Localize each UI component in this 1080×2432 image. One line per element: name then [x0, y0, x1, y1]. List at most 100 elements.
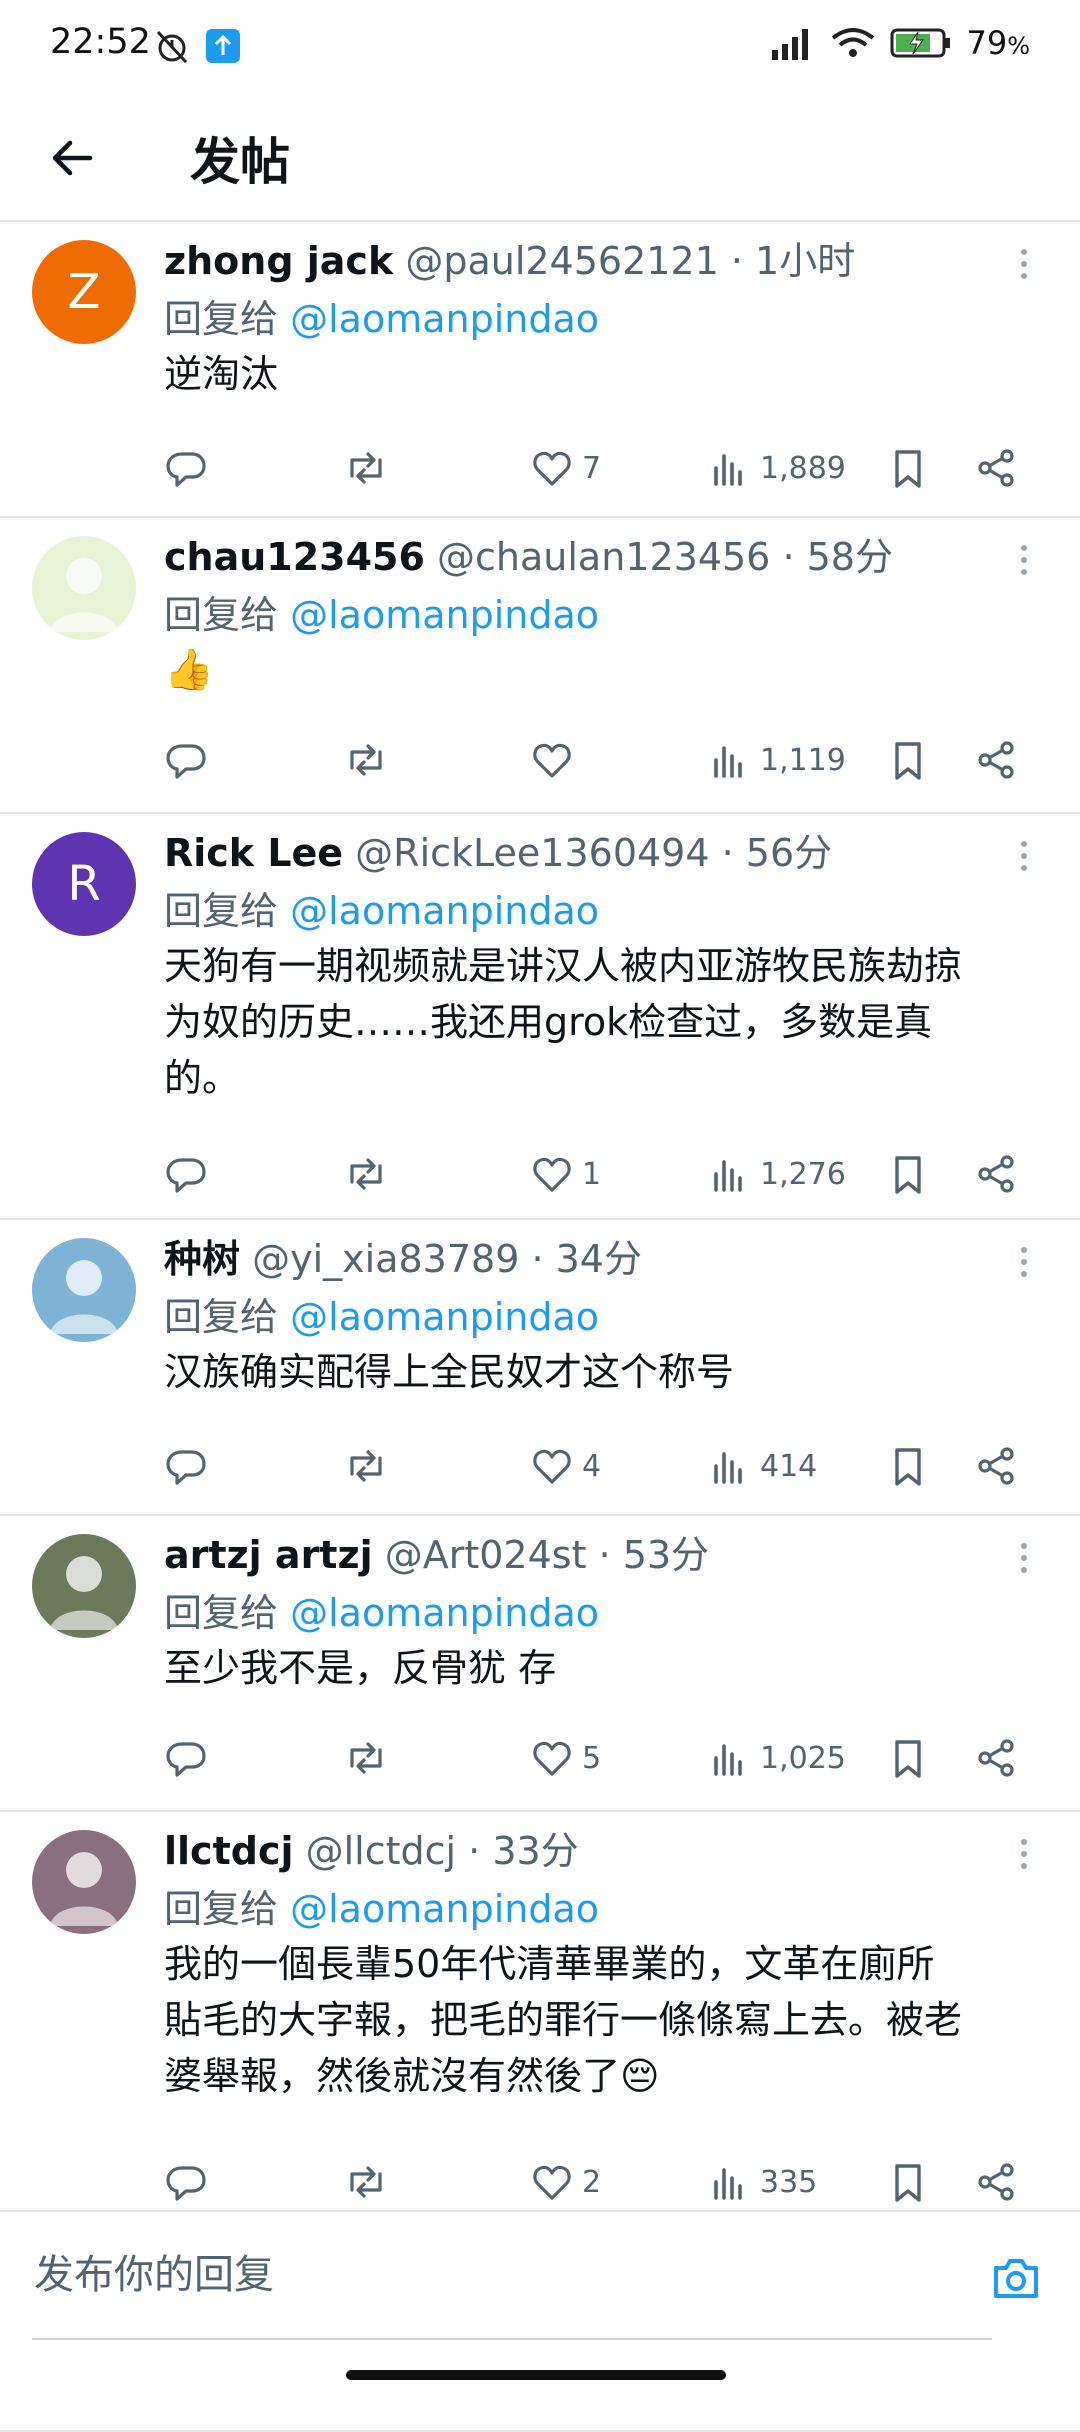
- author-name[interactable]: llctdcj: [164, 1829, 294, 1873]
- author-handle[interactable]: @RickLee1360494: [355, 831, 721, 875]
- retweet-icon: [350, 452, 382, 484]
- tweet-text: 天狗有一期视频就是讲汉人被内亚游牧民族劫掠 为奴的历史……我还用grok检查过，多…: [164, 938, 1046, 1106]
- views-count: 414: [760, 1448, 818, 1484]
- more-options-button[interactable]: [1014, 244, 1034, 284]
- views-button[interactable]: 1,889: [708, 438, 846, 498]
- post-time: · 33分: [468, 1829, 579, 1873]
- tweet-header: Rick Lee @RickLee1360494 · 56分: [164, 824, 970, 882]
- tweet-header: 种树 @yi_xia83789 · 34分: [164, 1230, 970, 1288]
- reply-button[interactable]: [164, 438, 208, 498]
- bookmark-button[interactable]: [886, 1144, 930, 1204]
- avatar[interactable]: [32, 1830, 136, 1934]
- avatar[interactable]: [32, 1238, 136, 1342]
- share-button[interactable]: [974, 1728, 1018, 1788]
- views-button[interactable]: 414: [708, 1436, 817, 1496]
- replying-to: 回复给 @laomanpindao: [164, 290, 599, 348]
- retweet-button[interactable]: [344, 1728, 388, 1788]
- home-indicator[interactable]: [346, 2370, 726, 2380]
- mention-link[interactable]: @laomanpindao: [290, 889, 599, 933]
- mention-link[interactable]: @laomanpindao: [290, 593, 599, 637]
- mention-link[interactable]: @laomanpindao: [290, 1295, 599, 1339]
- reply-button[interactable]: [164, 1728, 208, 1788]
- reply-tweet[interactable]: 种树 @yi_xia83789 · 34分 回复给 @laomanpindao 汉族…: [0, 1220, 1080, 1516]
- heart-icon: [533, 1157, 571, 1192]
- likes-count: 4: [582, 1448, 602, 1484]
- tweet-header: zhong jack @paul24562121 · 1小时: [164, 232, 970, 290]
- views-button[interactable]: 1,276: [708, 1144, 846, 1204]
- reply-tweet[interactable]: artzj artzj @Art024st · 53分 回复给 @laomanpi…: [0, 1516, 1080, 1812]
- like-button[interactable]: 2: [530, 2152, 601, 2212]
- avatar[interactable]: [32, 536, 136, 640]
- like-button[interactable]: 4: [530, 1436, 601, 1496]
- share-button[interactable]: [974, 2152, 1018, 2212]
- retweet-icon: [350, 1450, 382, 1482]
- reply-tweet[interactable]: Zzhong jack @paul24562121 · 1小时 回复给 @laom…: [0, 222, 1080, 518]
- bookmark-button[interactable]: [886, 1728, 930, 1788]
- top-app-bar: 发帖: [0, 96, 1080, 222]
- reply-input[interactable]: [32, 2212, 992, 2340]
- share-button[interactable]: [974, 1436, 1018, 1496]
- reply-tweet[interactable]: R Rick Lee @RickLee1360494 · 56分回复给 @laom…: [0, 814, 1080, 1220]
- views-button[interactable]: 335: [708, 2152, 817, 2212]
- share-button[interactable]: [974, 438, 1018, 498]
- like-button[interactable]: 7: [530, 438, 601, 498]
- tweet-actions: 1,119: [164, 730, 1040, 790]
- author-name[interactable]: zhong jack: [164, 239, 393, 283]
- reply-icon: [166, 1450, 206, 1485]
- reply-button[interactable]: [164, 1436, 208, 1496]
- author-handle[interactable]: @llctdcj: [306, 1829, 469, 1873]
- author-name[interactable]: 种树: [164, 1237, 240, 1281]
- reply-button[interactable]: [164, 1144, 208, 1204]
- views-button[interactable]: 1,025: [708, 1728, 846, 1788]
- retweet-button[interactable]: [344, 2152, 388, 2212]
- bookmark-icon: [895, 1740, 921, 1778]
- author-handle[interactable]: @Art024st: [385, 1533, 599, 1577]
- author-name[interactable]: Rick Lee: [164, 831, 343, 875]
- share-button[interactable]: [974, 1144, 1018, 1204]
- like-button[interactable]: [530, 730, 574, 790]
- retweet-button[interactable]: [344, 1144, 388, 1204]
- author-handle[interactable]: @paul24562121: [405, 239, 731, 283]
- share-button[interactable]: [974, 730, 1018, 790]
- reply-prefix: 回复给: [164, 889, 279, 933]
- bookmark-button[interactable]: [886, 2152, 930, 2212]
- retweet-button[interactable]: [344, 730, 388, 790]
- author-handle[interactable]: @chaulan123456: [437, 535, 782, 579]
- more-options-button[interactable]: [1014, 836, 1034, 876]
- more-vertical-icon: [1021, 545, 1027, 575]
- mention-link[interactable]: @laomanpindao: [290, 297, 599, 341]
- author-name[interactable]: chau123456: [164, 535, 425, 579]
- like-button[interactable]: 1: [530, 1144, 601, 1204]
- bookmark-icon: [895, 2164, 921, 2202]
- like-button[interactable]: 5: [530, 1728, 601, 1788]
- avatar[interactable]: R: [32, 832, 136, 936]
- reply-tweet[interactable]: chau123456 @chaulan123456 · 58分 回复给 @laom…: [0, 518, 1080, 814]
- tweet-actions: 1 1,276: [164, 1144, 1040, 1204]
- avatar[interactable]: Z: [32, 240, 136, 344]
- bookmark-button[interactable]: [886, 1436, 930, 1496]
- bookmark-button[interactable]: [886, 438, 930, 498]
- avatar[interactable]: [32, 1534, 136, 1638]
- bookmark-button[interactable]: [886, 730, 930, 790]
- tweet-actions: 4 414: [164, 1436, 1040, 1496]
- author-handle[interactable]: @yi_xia83789: [252, 1237, 531, 1281]
- author-name[interactable]: artzj artzj: [164, 1533, 373, 1577]
- alarm-off-icon: [156, 30, 188, 64]
- retweet-icon: [350, 2166, 382, 2198]
- more-options-button[interactable]: [1014, 1834, 1034, 1874]
- more-options-button[interactable]: [1014, 540, 1034, 580]
- reply-button[interactable]: [164, 730, 208, 790]
- views-button[interactable]: 1,119: [708, 730, 846, 790]
- mention-link[interactable]: @laomanpindao: [290, 1887, 599, 1931]
- camera-icon: [994, 2259, 1038, 2298]
- reply-button[interactable]: [164, 2152, 208, 2212]
- more-vertical-icon: [1021, 1543, 1027, 1573]
- more-options-button[interactable]: [1014, 1538, 1034, 1578]
- mention-link[interactable]: @laomanpindao: [290, 1591, 599, 1635]
- share-icon: [978, 1739, 1014, 1777]
- retweet-button[interactable]: [344, 438, 388, 498]
- back-button[interactable]: [42, 128, 102, 188]
- camera-button[interactable]: [988, 2250, 1044, 2306]
- more-options-button[interactable]: [1014, 1242, 1034, 1282]
- retweet-button[interactable]: [344, 1436, 388, 1496]
